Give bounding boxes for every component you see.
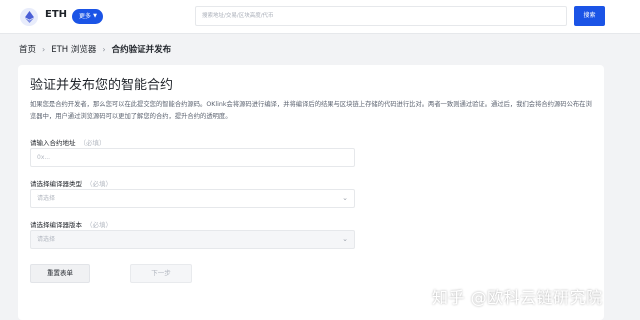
contract-address-input[interactable]: 0x... [30, 148, 355, 167]
chevron-down-icon: ⌄ [342, 194, 348, 202]
breadcrumb-explorer[interactable]: ETH 浏览器 [51, 43, 96, 55]
compiler-type-label: 请选择编译器类型 （必填） [30, 178, 112, 188]
page-title: 验证并发布您的智能合约 [30, 78, 174, 93]
compiler-type-label-text: 请选择编译器类型 [30, 180, 82, 188]
verify-contract-card: 验证并发布您的智能合约 如果您是合约开发者，那么您可以在此提交您的智能合约源码。… [18, 65, 604, 320]
breadcrumb-home[interactable]: 首页 [19, 43, 36, 55]
compiler-version-placeholder: 请选择 [37, 236, 56, 243]
top-bar: ETH 更多 ▼ 搜索地址/交易/区块高度/代币 搜索 [0, 0, 640, 34]
chevron-right-icon: › [42, 44, 46, 54]
required-tag: （必填） [79, 139, 106, 147]
required-tag: （必填） [86, 180, 112, 188]
search-button[interactable]: 搜索 [574, 6, 605, 26]
description-text: 如果您是合约开发者，那么您可以在此提交您的智能合约源码。OKlink会将源码进行… [30, 101, 592, 120]
compiler-type-select[interactable]: 请选择 ⌄ [30, 189, 355, 208]
address-label-text: 请输入合约地址 [30, 139, 76, 147]
chevron-down-icon: ▼ [93, 13, 97, 19]
breadcrumb-current: 合约验证并发布 [111, 45, 172, 55]
chevron-down-icon: ⌄ [342, 235, 348, 243]
compiler-version-label-text: 请选择编译器版本 [30, 221, 82, 229]
chain-name: ETH [45, 9, 68, 20]
search-input[interactable]: 搜索地址/交易/区块高度/代币 [195, 6, 567, 26]
more-label: 更多 [79, 13, 92, 20]
eth-logo-icon[interactable] [20, 8, 38, 26]
next-step-button[interactable]: 下一步 [130, 264, 192, 283]
breadcrumb: 首页 › ETH 浏览器 › 合约验证并发布 [19, 43, 172, 56]
compiler-version-label: 请选择编译器版本 （必填） [30, 219, 112, 229]
chevron-right-icon: › [102, 44, 106, 54]
compiler-type-placeholder: 请选择 [37, 195, 56, 202]
watermark-text: 知乎 @欧科云链研究院 [432, 288, 603, 307]
compiler-version-select[interactable]: 请选择 ⌄ [30, 230, 355, 249]
reset-form-button[interactable]: 重置表单 [30, 264, 90, 283]
address-label: 请输入合约地址 （必填） [30, 137, 106, 147]
required-tag: （必填） [86, 221, 112, 229]
more-dropdown-button[interactable]: 更多 ▼ [72, 9, 103, 24]
